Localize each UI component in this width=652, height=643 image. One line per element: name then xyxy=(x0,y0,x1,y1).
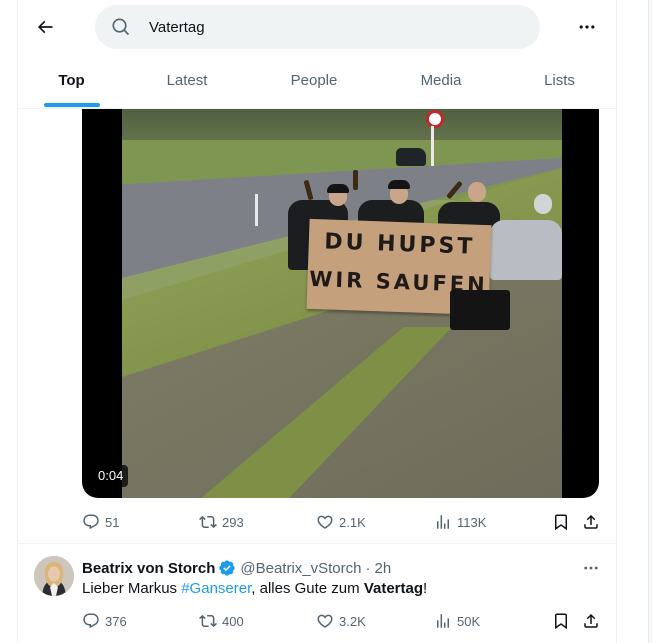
views-button[interactable]: 50K xyxy=(434,612,480,630)
views-button[interactable]: 113K xyxy=(434,513,486,531)
share-button[interactable] xyxy=(582,612,600,630)
search-box[interactable] xyxy=(95,5,540,49)
tweet-text-part: ! xyxy=(423,580,428,597)
retweet-button[interactable]: 400 xyxy=(199,612,244,630)
tweet-text-part: , alles Gute zum xyxy=(251,580,364,597)
views-icon xyxy=(437,614,449,628)
tweet-2-actions: 376 400 3.2K 50K xyxy=(82,611,602,631)
scene-head-3 xyxy=(468,182,486,202)
views-count: 113K xyxy=(457,514,487,530)
reply-icon xyxy=(83,613,99,629)
more-horizontal-icon xyxy=(579,25,595,29)
reply-button[interactable]: 376 xyxy=(82,612,127,630)
tab-people-label: People xyxy=(290,72,338,89)
verified-badge-icon xyxy=(218,559,236,577)
tweet-time[interactable]: 2h xyxy=(374,560,391,577)
sidebar-card-edge xyxy=(648,0,652,643)
right-column-border xyxy=(616,0,617,643)
like-button[interactable]: 3.2K xyxy=(316,612,366,630)
views-icon xyxy=(437,515,449,529)
more-horizontal-icon xyxy=(584,566,598,570)
scene-sign-post xyxy=(431,126,434,166)
scene-car xyxy=(396,148,426,166)
search-icon xyxy=(111,17,131,37)
reply-icon xyxy=(83,514,99,530)
author-name[interactable]: Beatrix von Storch xyxy=(82,560,215,577)
scene-bottle-crate xyxy=(450,290,510,330)
scene-bottle-2 xyxy=(353,170,358,190)
reply-button[interactable]: 51 xyxy=(82,513,119,531)
tab-latest[interactable]: Latest xyxy=(125,54,249,107)
scene-cap-2 xyxy=(388,180,410,189)
reply-count: 51 xyxy=(105,514,120,530)
tweet-text-highlight: Vatertag xyxy=(363,580,424,597)
bookmark-icon xyxy=(555,613,567,630)
meta-separator: · xyxy=(365,559,371,577)
tab-top[interactable]: Top xyxy=(18,54,125,107)
retweet-icon xyxy=(199,614,217,628)
bookmark-button[interactable] xyxy=(552,612,570,630)
bookmark-icon xyxy=(555,514,567,531)
reply-count: 376 xyxy=(105,613,127,629)
views-count: 50K xyxy=(457,613,481,629)
tweet-video[interactable]: DU HUPST WIR SAUFEN 0:04 xyxy=(82,108,599,498)
tab-top-label: Top xyxy=(58,72,85,89)
search-tabs: Top Latest People Media Lists xyxy=(18,54,616,107)
bookmark-button[interactable] xyxy=(552,513,570,531)
tweet-2-text: Lieber Markus #Ganserer, alles Gute zum … xyxy=(82,579,427,599)
more-options-button[interactable] xyxy=(574,14,600,40)
hashtag-link[interactable]: #Ganserer xyxy=(181,580,251,597)
tweet-more-button[interactable] xyxy=(580,558,602,578)
tweet-text-part: Lieber Markus xyxy=(82,580,182,597)
retweet-icon xyxy=(199,515,217,529)
tab-lists-label: Lists xyxy=(544,72,575,89)
search-header: Top Latest People Media Lists xyxy=(18,0,616,109)
tab-latest-label: Latest xyxy=(166,72,208,89)
scene-road-post xyxy=(255,194,258,226)
scene-head-4 xyxy=(534,194,552,214)
heart-icon xyxy=(317,515,333,529)
tweet-1-actions: 51 293 2.1K 113K xyxy=(82,512,602,532)
tab-media[interactable]: Media xyxy=(379,54,503,107)
heart-icon xyxy=(317,614,333,628)
active-tab-indicator xyxy=(43,103,100,107)
share-button[interactable] xyxy=(582,513,600,531)
video-frame: DU HUPST WIR SAUFEN xyxy=(122,108,562,498)
tab-lists[interactable]: Lists xyxy=(503,54,616,107)
share-icon xyxy=(584,613,598,628)
retweet-button[interactable]: 293 xyxy=(199,513,244,531)
arrow-left-icon xyxy=(37,20,53,34)
like-count: 3.2K xyxy=(339,613,366,629)
scene-person-4 xyxy=(490,220,562,280)
author-handle[interactable]: @Beatrix_vStorch xyxy=(240,560,361,577)
share-icon xyxy=(584,514,598,529)
tweet-divider xyxy=(18,543,616,544)
avatar[interactable] xyxy=(34,556,74,596)
retweet-count: 400 xyxy=(222,613,244,629)
sign-text-line-1: DU HUPST xyxy=(323,229,476,260)
search-input[interactable] xyxy=(147,17,511,37)
tab-people[interactable]: People xyxy=(249,54,379,107)
tweet-2-header: Beatrix von Storch @Beatrix_vStorch · 2h xyxy=(82,558,391,578)
tab-media-label: Media xyxy=(420,72,462,89)
video-timestamp: 0:04 xyxy=(93,465,129,487)
like-count: 2.1K xyxy=(339,514,366,530)
like-button[interactable]: 2.1K xyxy=(316,513,366,531)
back-button[interactable] xyxy=(30,12,60,42)
retweet-count: 293 xyxy=(222,514,244,530)
scene-speed-sign xyxy=(426,110,444,128)
avatar-image xyxy=(34,556,74,596)
scene-cap-1 xyxy=(327,184,349,193)
